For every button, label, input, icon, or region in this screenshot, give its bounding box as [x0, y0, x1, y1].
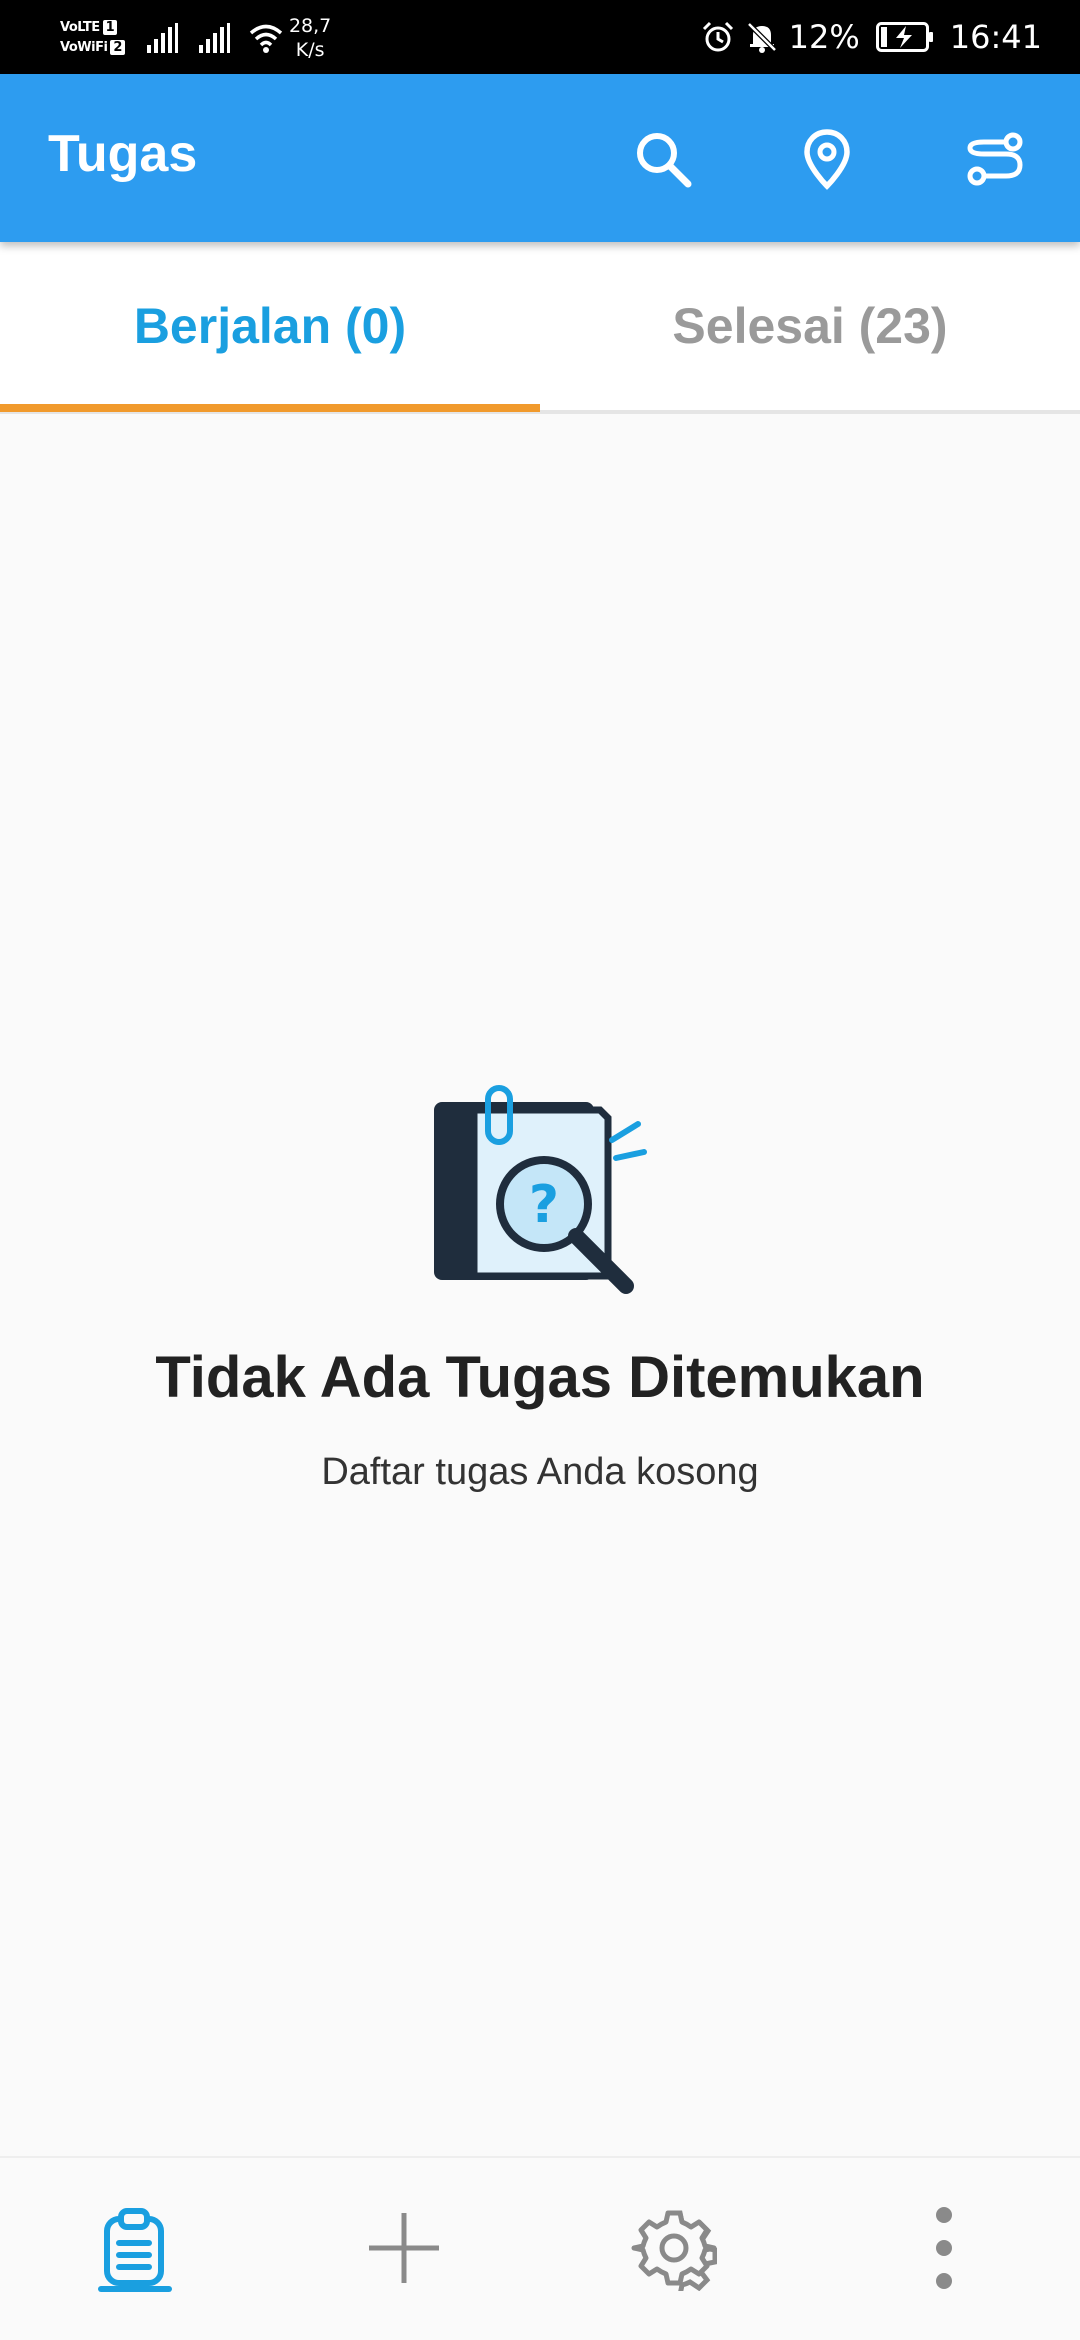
gear-icon	[631, 2210, 717, 2291]
app-bar: Tugas	[0, 74, 1080, 242]
battery-percent: 12%	[788, 18, 860, 56]
search-icon	[637, 133, 692, 188]
search-button[interactable]	[628, 124, 698, 194]
battery-charging-icon	[875, 22, 933, 52]
sim-indicators: VoLTE 1 VoWiFi 2	[60, 20, 125, 56]
tab-berjalan[interactable]: Berjalan (0)	[0, 242, 540, 410]
bell-off-icon	[746, 22, 777, 53]
wifi-icon	[249, 24, 283, 53]
nav-settings[interactable]	[614, 2188, 734, 2308]
tab-indicator	[0, 404, 540, 412]
empty-state: ? Tidak Ada Tugas Ditemukan Daftar tugas…	[0, 1080, 1080, 1494]
page-title: Tugas	[48, 125, 198, 183]
alarm-icon	[702, 21, 733, 52]
empty-state-title: Tidak Ada Tugas Ditemukan	[155, 1345, 925, 1410]
network-speed: 28,7 K/s	[288, 15, 332, 61]
document-search-icon: ?	[434, 1085, 647, 1294]
clock: 16:41	[949, 18, 1042, 56]
nav-selected-indicator	[98, 2286, 172, 2292]
empty-state-subtitle: Daftar tugas Anda kosong	[321, 1451, 759, 1493]
svg-text:?: ?	[529, 1175, 559, 1235]
route-button[interactable]	[960, 124, 1030, 194]
clipboard-icon	[104, 2208, 164, 2286]
tab-selesai[interactable]: Selesai (23)	[540, 242, 1080, 410]
signal-icon	[146, 23, 178, 53]
tab-bar: Berjalan (0) Selesai (23)	[0, 242, 1080, 414]
nav-more[interactable]	[884, 2188, 1004, 2308]
location-button[interactable]	[792, 124, 862, 194]
bottom-nav	[0, 2156, 1080, 2340]
sim2-indicator: VoWiFi 2	[60, 40, 125, 56]
signal-icon	[198, 23, 230, 53]
nav-add[interactable]	[344, 2188, 464, 2308]
more-vertical-icon	[936, 2207, 952, 2289]
sim1-indicator: VoLTE 1	[60, 20, 125, 36]
status-bar: VoLTE 1 VoWiFi 2 28,7 K/s 12% 16:41	[0, 0, 1080, 74]
route-icon	[967, 132, 1023, 186]
location-pin-icon	[804, 129, 850, 190]
plus-icon	[369, 2213, 439, 2283]
